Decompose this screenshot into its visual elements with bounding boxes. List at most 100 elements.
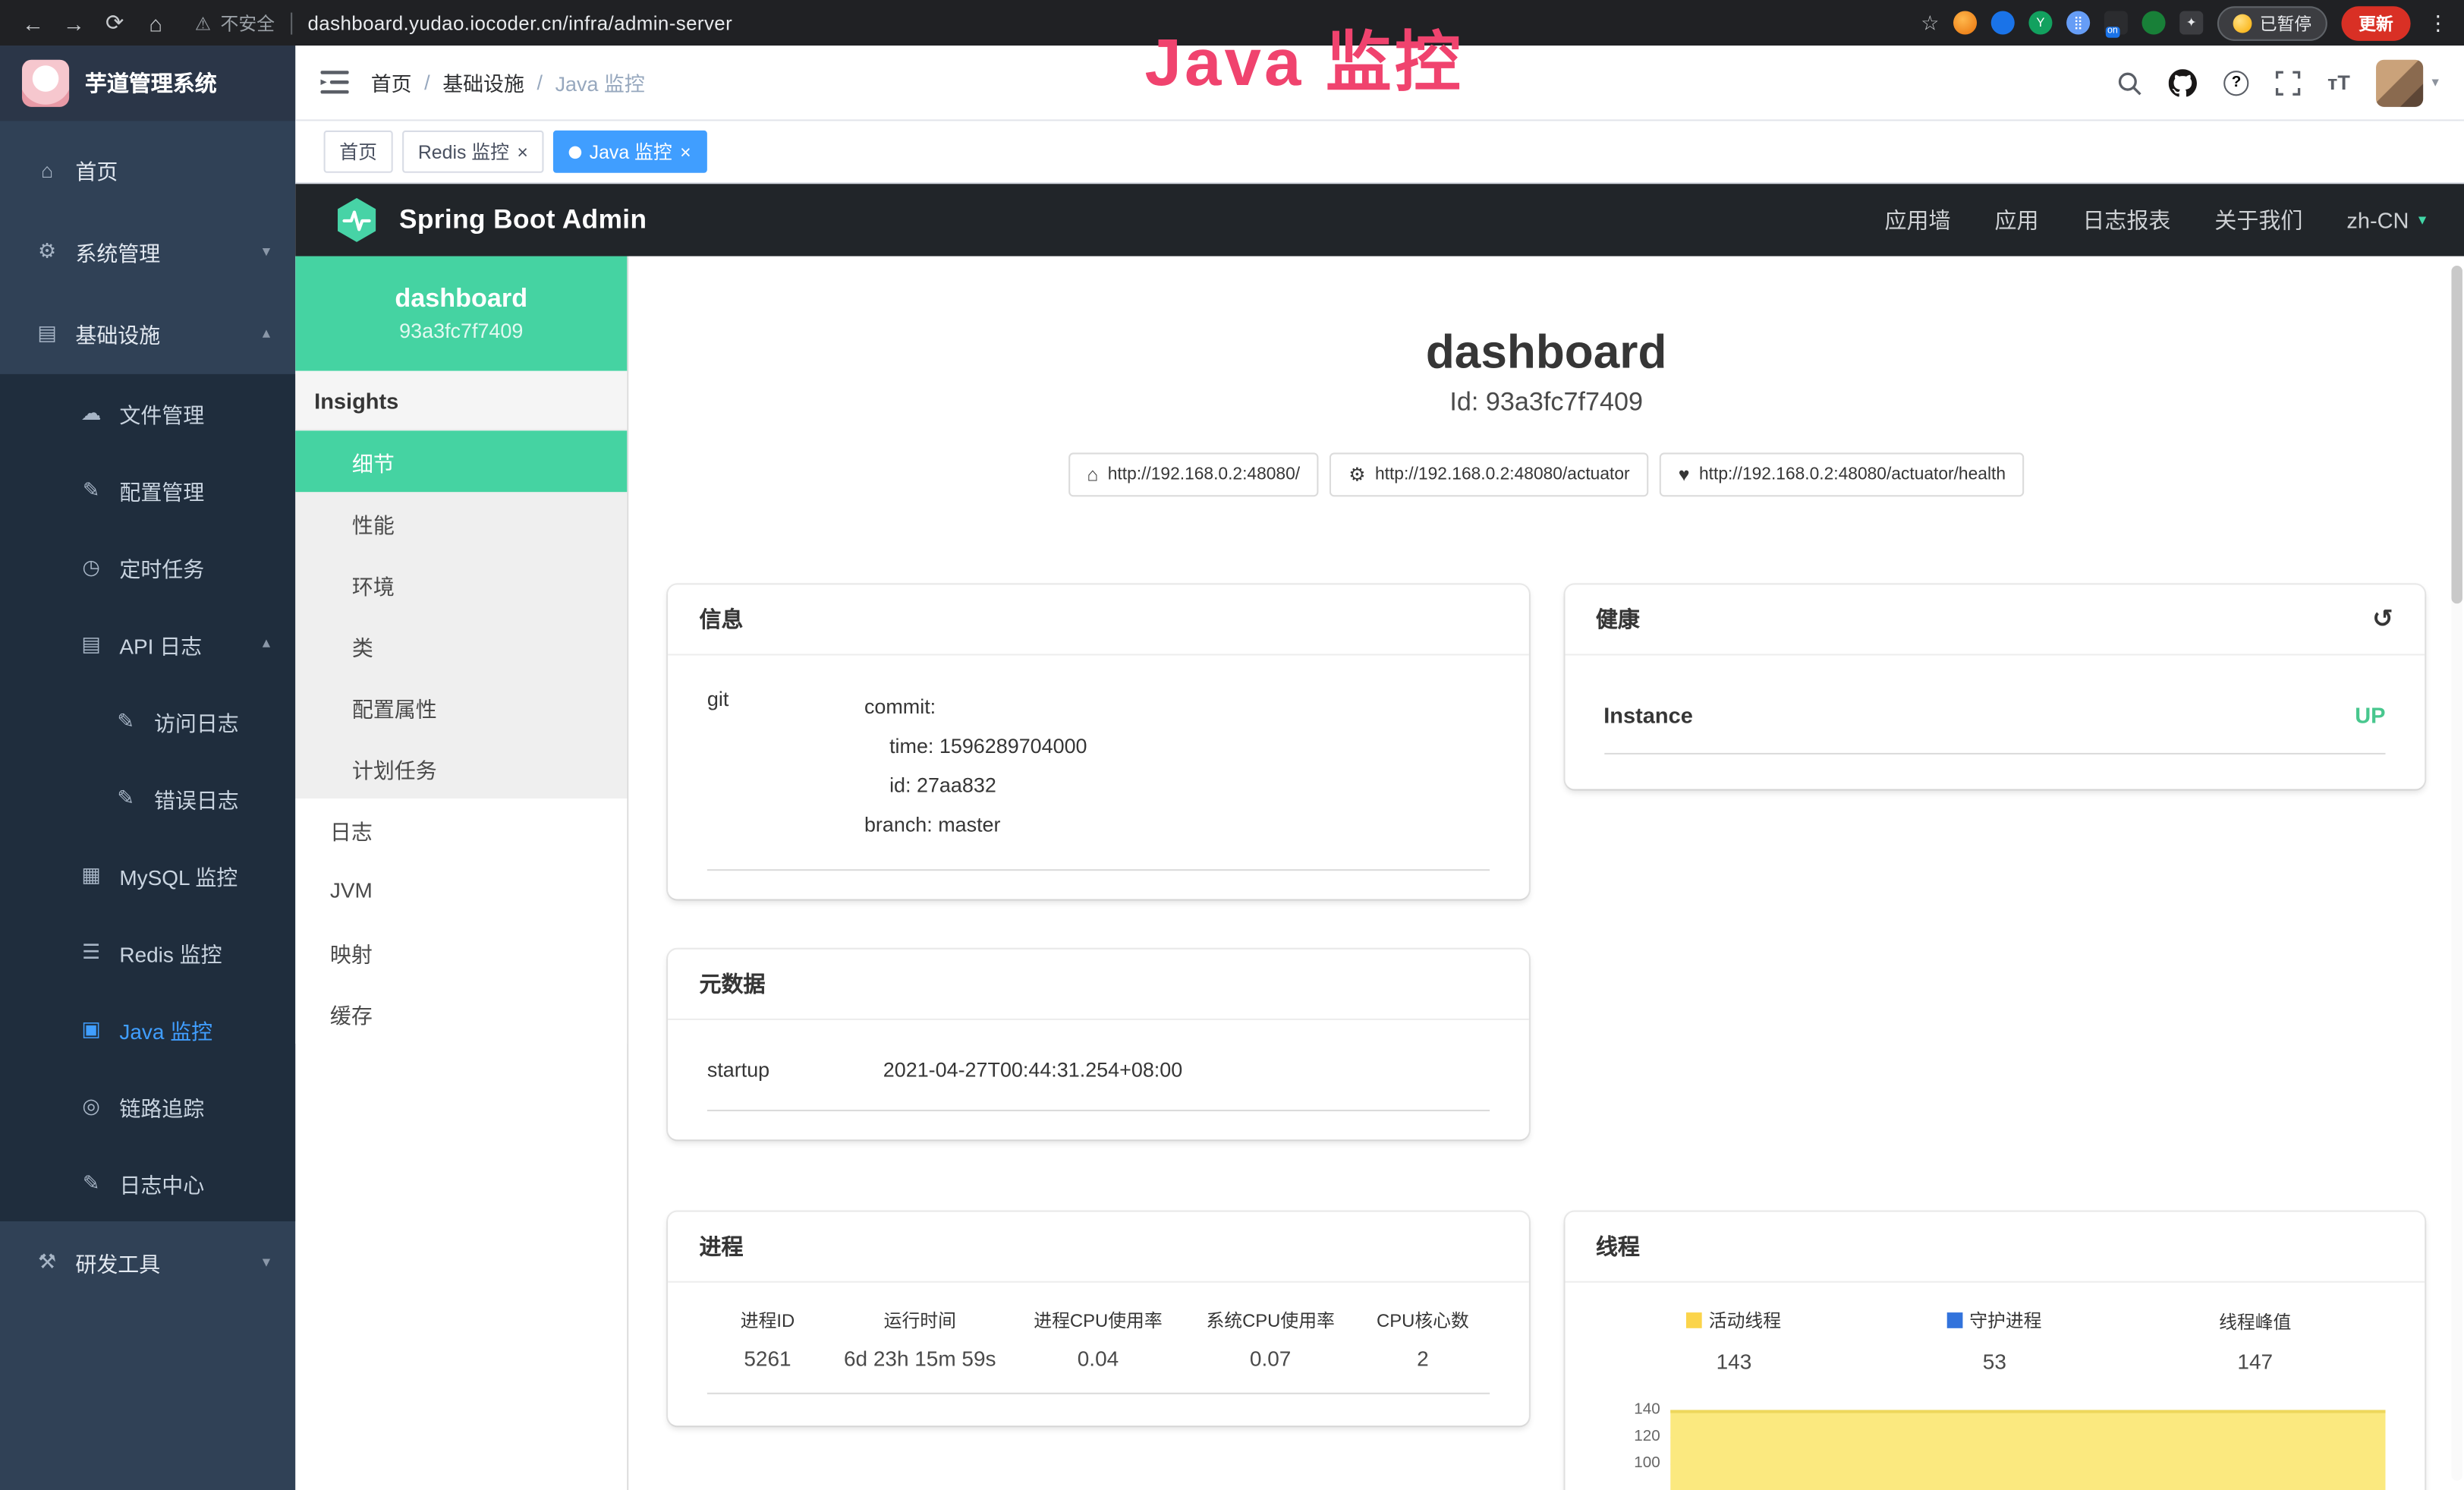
axis-tick: 100 bbox=[1634, 1455, 1660, 1473]
sba-nav-applications[interactable]: 应用 bbox=[1994, 204, 2038, 235]
extension-icon[interactable]: ⣿ bbox=[2066, 11, 2090, 34]
divider bbox=[291, 12, 292, 34]
sidebar-item-api-logs[interactable]: ▤ API 日志 ▴ bbox=[0, 605, 295, 682]
github-icon[interactable] bbox=[2169, 68, 2197, 96]
font-size-icon[interactable]: тT bbox=[2327, 71, 2350, 94]
extension-icon[interactable]: Y bbox=[2028, 11, 2052, 34]
sba-nav-wallboard[interactable]: 应用墙 bbox=[1885, 204, 1951, 235]
sidebar-item-dev-tools[interactable]: ⚒ 研发工具 ▾ bbox=[0, 1221, 295, 1303]
tab-home[interactable]: 首页 bbox=[324, 131, 393, 173]
profile-avatar bbox=[2233, 14, 2252, 33]
instance-link-actuator[interactable]: ⚙ http://192.168.0.2:48080/actuator bbox=[1330, 452, 1648, 496]
sidebar-item-file-mgmt[interactable]: ☁ 文件管理 bbox=[0, 374, 295, 451]
sba-nav-about[interactable]: 关于我们 bbox=[2214, 204, 2302, 235]
link-url: http://192.168.0.2:48080/actuator bbox=[1375, 465, 1630, 484]
sba-menu-item-logs[interactable]: 日志 bbox=[295, 799, 627, 860]
process-pid: 5261 bbox=[710, 1347, 825, 1371]
fullscreen-icon[interactable] bbox=[2276, 70, 2301, 95]
sba-menu-item-config-props[interactable]: 配置属性 bbox=[295, 676, 627, 737]
cloud-icon: ☁ bbox=[79, 400, 104, 425]
sidebar-item-label: 错误日志 bbox=[154, 782, 239, 813]
chevron-down-icon: ▾ bbox=[2418, 212, 2426, 229]
live-threads-swatch bbox=[1687, 1312, 1703, 1328]
instance-links: ⌂ http://192.168.0.2:48080/ ⚙ http://192… bbox=[628, 452, 2464, 496]
sba-menu-item-mappings[interactable]: 映射 bbox=[295, 921, 627, 982]
browser-forward-icon[interactable]: → bbox=[57, 5, 92, 40]
content-scrollbar[interactable] bbox=[2451, 266, 2462, 1481]
sidebar-item-label: MySQL 监控 bbox=[119, 859, 238, 890]
sidebar-item-home[interactable]: ⌂ 首页 bbox=[0, 129, 295, 211]
clock-icon: ◷ bbox=[79, 554, 104, 579]
url-text[interactable]: dashboard.yudao.iocoder.cn/infra/admin-s… bbox=[307, 12, 732, 34]
browser-back-icon[interactable]: ← bbox=[16, 5, 51, 40]
sidebar-menu: ⌂ 首页 ⚙ 系统管理 ▾ ▤ 基础设施 ▴ ☁ 文件管理 ✎ 配置管 bbox=[0, 121, 295, 1303]
sidebar-item-access-logs[interactable]: ✎ 访问日志 bbox=[0, 682, 295, 759]
axis-tick: 120 bbox=[1634, 1428, 1660, 1445]
sidebar-item-infrastructure[interactable]: ▤ 基础设施 ▴ bbox=[0, 292, 295, 374]
metadata-card: 元数据 startup 2021-04-27T00:44:31.254+08:0… bbox=[668, 950, 1528, 1140]
close-icon[interactable]: × bbox=[517, 142, 528, 161]
close-icon[interactable]: × bbox=[680, 142, 691, 161]
instance-link-root[interactable]: ⌂ http://192.168.0.2:48080/ bbox=[1068, 452, 1318, 496]
sba-nav-journal[interactable]: 日志报表 bbox=[2082, 204, 2170, 235]
sba-menu-item-jvm[interactable]: JVM bbox=[295, 860, 627, 921]
user-menu[interactable]: ▾ bbox=[2377, 59, 2439, 106]
instance-id: 93a3fc7f7409 bbox=[399, 319, 523, 342]
sba-menu-item-classes[interactable]: 类 bbox=[295, 615, 627, 676]
sidebar-item-redis-monitor[interactable]: ☰ Redis 监控 bbox=[0, 913, 295, 990]
tools-icon: ⚒ bbox=[35, 1249, 60, 1274]
extensions-puzzle-icon[interactable]: ✦ bbox=[2179, 11, 2203, 34]
sidebar-collapse-icon[interactable] bbox=[320, 71, 348, 94]
cpu-cores: 2 bbox=[1360, 1347, 1486, 1371]
sba-menu-item-performance[interactable]: 性能 bbox=[295, 492, 627, 553]
sba-insights-list: 细节 性能 环境 类 配置属性 计划任务 bbox=[295, 430, 627, 799]
sba-instance-header[interactable]: dashboard 93a3fc7f7409 bbox=[295, 257, 627, 371]
sidebar-item-config-mgmt[interactable]: ✎ 配置管理 bbox=[0, 451, 295, 528]
breadcrumb-home[interactable]: 首页 bbox=[371, 68, 412, 97]
sba-menu-item-environment[interactable]: 环境 bbox=[295, 553, 627, 615]
home-icon: ⌂ bbox=[35, 158, 60, 181]
history-icon[interactable]: ↺ bbox=[2372, 603, 2393, 635]
axis-tick: 140 bbox=[1634, 1401, 1660, 1419]
bookmark-star-icon[interactable]: ☆ bbox=[1921, 10, 1939, 35]
sba-locale-select[interactable]: zh-CN ▾ bbox=[2346, 207, 2426, 232]
tab-redis-monitor[interactable]: Redis 监控 × bbox=[402, 131, 543, 173]
extension-icon[interactable] bbox=[1991, 11, 2015, 34]
eye-icon: ◎ bbox=[79, 1093, 104, 1118]
sidebar-item-mysql-monitor[interactable]: ▦ MySQL 监控 bbox=[0, 836, 295, 913]
sidebar-item-java-monitor[interactable]: ▣ Java 监控 bbox=[0, 991, 295, 1067]
sidebar-item-label: 配置管理 bbox=[119, 474, 204, 505]
sidebar-item-system-mgmt[interactable]: ⚙ 系统管理 ▾ bbox=[0, 210, 295, 292]
profile-paused-badge[interactable]: 已暂停 bbox=[2217, 5, 2327, 40]
legend-label: 线程峰值 bbox=[2219, 1309, 2291, 1334]
sidebar-item-error-logs[interactable]: ✎ 错误日志 bbox=[0, 759, 295, 836]
sba-brand[interactable]: Spring Boot Admin bbox=[333, 197, 647, 244]
metadata-value: 2021-04-27T00:44:31.254+08:00 bbox=[883, 1058, 1182, 1082]
extension-icon[interactable] bbox=[2142, 11, 2166, 34]
browser-home-icon[interactable]: ⌂ bbox=[138, 5, 173, 40]
browser-reload-icon[interactable]: ⟳ bbox=[97, 5, 132, 40]
git-branch: branch: master bbox=[864, 805, 1087, 844]
sidebar-item-tracing[interactable]: ◎ 链路追踪 bbox=[0, 1067, 295, 1144]
sba-menu-item-scheduled-tasks[interactable]: 计划任务 bbox=[295, 737, 627, 799]
search-icon[interactable] bbox=[2117, 70, 2142, 95]
health-card-title: 健康 bbox=[1596, 603, 1640, 635]
address-bar[interactable]: ⚠ 不安全 dashboard.yudao.iocoder.cn/infra/a… bbox=[195, 10, 732, 35]
sidebar-item-label: 首页 bbox=[75, 154, 118, 185]
tab-java-monitor[interactable]: Java 监控 × bbox=[553, 131, 706, 173]
live-threads-value: 143 bbox=[1603, 1350, 1864, 1374]
extension-icon[interactable]: on bbox=[2104, 11, 2128, 34]
help-icon[interactable]: ? bbox=[2224, 70, 2249, 95]
extension-icon[interactable] bbox=[1953, 11, 1977, 34]
sba-menu-item-details[interactable]: 细节 bbox=[295, 430, 627, 492]
browser-update-button[interactable]: 更新 bbox=[2341, 5, 2410, 40]
instance-link-health[interactable]: ♥ http://192.168.0.2:48080/actuator/heal… bbox=[1660, 452, 2025, 496]
sba-menu-item-caches[interactable]: 缓存 bbox=[295, 982, 627, 1044]
sba-menu-section-insights: Insights bbox=[295, 371, 627, 431]
breadcrumb-infrastructure[interactable]: 基础设施 bbox=[442, 68, 524, 97]
sidebar-brand[interactable]: 芋道管理系统 bbox=[0, 46, 295, 121]
scrollbar-thumb[interactable] bbox=[2451, 266, 2462, 603]
sidebar-item-log-center[interactable]: ✎ 日志中心 bbox=[0, 1145, 295, 1221]
browser-menu-icon[interactable]: ⋮ bbox=[2428, 10, 2448, 35]
sidebar-item-scheduled-tasks[interactable]: ◷ 定时任务 bbox=[0, 528, 295, 605]
